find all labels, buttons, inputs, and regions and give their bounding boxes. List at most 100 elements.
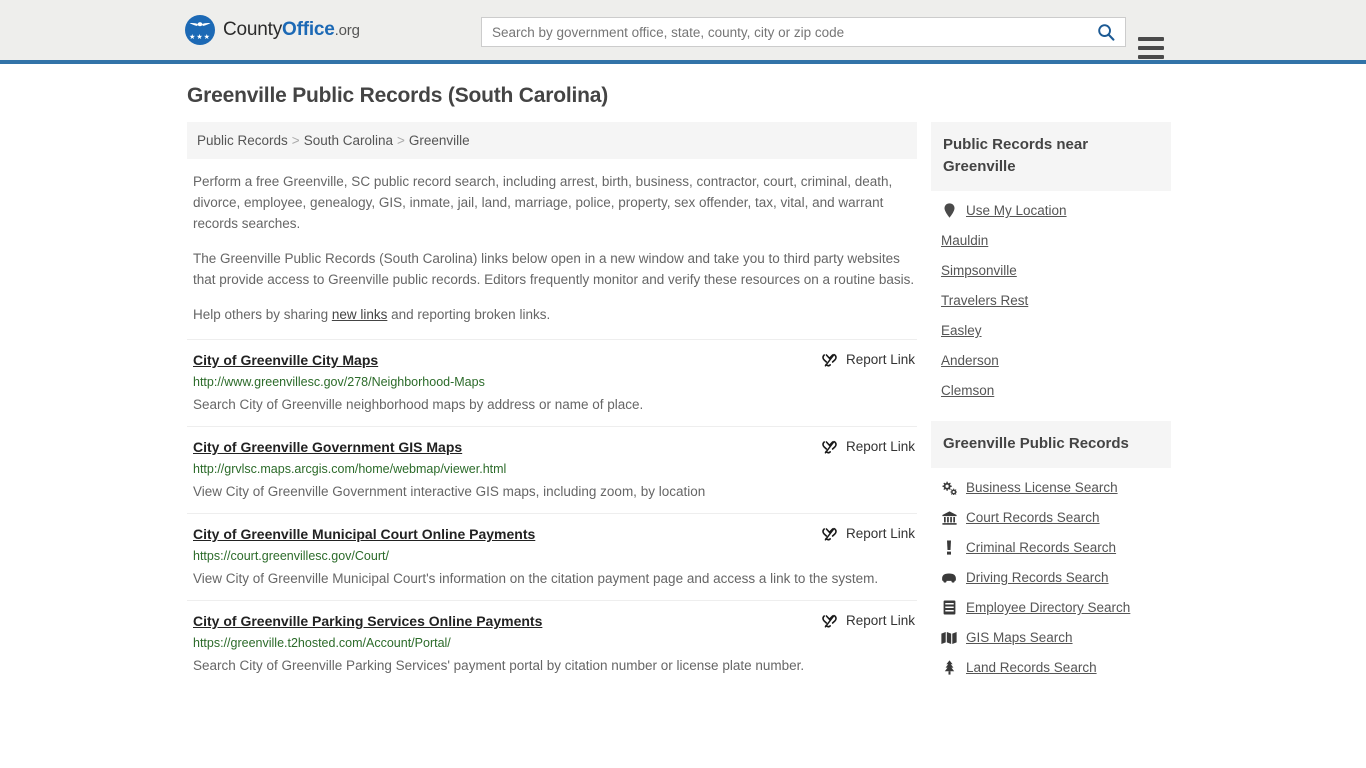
report-link-button[interactable]: Report Link (821, 351, 915, 369)
result-item: City of Greenville Government GIS Maps R… (187, 426, 917, 513)
sidebar-link-label[interactable]: Anderson (941, 353, 999, 368)
intro-paragraph-1: The Greenville Public Records (South Car… (193, 251, 915, 287)
new-links-link[interactable]: new links (332, 307, 388, 322)
eagle-stars-logo-icon: ★★★ (185, 15, 215, 45)
sidebar-link-label[interactable]: Travelers Rest (941, 293, 1028, 308)
sidebar-item-travelers-rest[interactable]: Travelers Rest (941, 285, 1171, 315)
sidebar-item-court-records-search[interactable]: Court Records Search (941, 502, 1171, 532)
result-item: City of Greenville Parking Services Onli… (187, 600, 917, 687)
sidebar-link-label[interactable]: Business License Search (966, 480, 1118, 495)
main-column: Public Records > South Carolina > Greenville… (187, 122, 917, 687)
broken-chain-icon (821, 352, 838, 369)
report-link-button[interactable]: Report Link (821, 612, 915, 630)
sidebar-item-employee-directory-search[interactable]: Employee Directory Search (941, 592, 1171, 622)
help-suffix: and reporting broken links. (387, 307, 551, 322)
report-link-button[interactable]: Report Link (821, 525, 915, 543)
page-container: Greenville Public Records (South Carolin… (183, 64, 1183, 687)
map-pin-icon (941, 203, 957, 218)
sidebar-item-use-my-location[interactable]: Use My Location (941, 195, 1171, 225)
sidebar-item-clemson[interactable]: Clemson (941, 375, 1171, 405)
sidebar-link-label[interactable]: Employee Directory Search (966, 600, 1130, 615)
sidebar-item-anderson[interactable]: Anderson (941, 345, 1171, 375)
sidebar-link-label[interactable]: Simpsonville (941, 263, 1017, 278)
breadcrumb-separator-1: > (397, 133, 405, 148)
sidebar-link-label[interactable]: Court Records Search (966, 510, 1100, 525)
result-url: https://court.greenvillesc.gov/Court/ (193, 549, 389, 563)
tree-icon (941, 660, 957, 675)
intro-text: Perform a free Greenville, SC public rec… (187, 171, 917, 325)
broken-chain-icon (821, 613, 838, 630)
content-columns: Public Records > South Carolina > Greenville… (183, 122, 1183, 687)
sidebar-item-criminal-records-search[interactable]: Criminal Records Search (941, 532, 1171, 562)
sidebar-link-label[interactable]: Use My Location (966, 203, 1067, 218)
sidebar-item-mauldin[interactable]: Mauldin (941, 225, 1171, 255)
car-icon (941, 572, 957, 583)
sidebar-link-label[interactable]: Driving Records Search (966, 570, 1109, 585)
site-logo-text: CountyOffice.org (223, 19, 360, 41)
page-title: Greenville Public Records (South Carolin… (187, 84, 609, 107)
result-header: City of Greenville Parking Services Onli… (193, 612, 917, 630)
sidebar-records-links: Business License Search Court Records Se… (931, 468, 1171, 682)
sidebar-link-label[interactable]: Mauldin (941, 233, 988, 248)
broken-chain-icon (821, 439, 838, 456)
report-link-label: Report Link (845, 439, 915, 454)
result-title-link[interactable]: City of Greenville Parking Services Onli… (193, 612, 542, 630)
sidebar-link-label[interactable]: Land Records Search (966, 660, 1097, 675)
help-paragraph: Help others by sharing new links and rep… (193, 304, 917, 325)
result-url: http://grvlsc.maps.arcgis.com/home/webma… (193, 462, 507, 476)
map-icon (941, 631, 957, 645)
result-url: http://www.greenvillesc.gov/278/Neighbor… (193, 375, 485, 389)
cogs-icon (941, 481, 957, 495)
bank-icon (941, 510, 957, 525)
search-input[interactable] (490, 23, 1091, 41)
result-title-link[interactable]: City of Greenville Government GIS Maps (193, 438, 462, 456)
sidebar-item-easley[interactable]: Easley (941, 315, 1171, 345)
id-card-icon (941, 600, 957, 615)
sidebar-item-driving-records-search[interactable]: Driving Records Search (941, 562, 1171, 592)
brand-part-office: Office (282, 19, 335, 40)
search-box[interactable] (481, 17, 1126, 47)
sidebar-item-land-records-search[interactable]: Land Records Search (941, 652, 1171, 682)
intro-paragraph-0: Perform a free Greenville, SC public rec… (193, 174, 893, 231)
help-prefix: Help others by sharing (193, 307, 332, 322)
site-header: ★★★ CountyOffice.org (0, 0, 1366, 64)
breadcrumb-item-0[interactable]: Public Records (197, 133, 288, 148)
breadcrumb: Public Records > South Carolina > Greenville (187, 122, 917, 159)
result-title-link[interactable]: City of Greenville City Maps (193, 351, 378, 369)
exclamation-icon (941, 540, 957, 555)
result-description: View City of Greenville Municipal Court'… (193, 571, 879, 586)
result-item: City of Greenville Municipal Court Onlin… (187, 513, 917, 600)
broken-chain-icon (821, 526, 838, 543)
sidebar-link-label[interactable]: Easley (941, 323, 982, 338)
menu-bar-3 (1138, 55, 1164, 59)
search-icon (1097, 23, 1115, 41)
result-description: Search City of Greenville Parking Servic… (193, 658, 805, 673)
hamburger-menu-icon[interactable] (1138, 37, 1164, 59)
sidebar-nearby-links: Use My Location Mauldin Simpsonville Tra… (931, 191, 1171, 405)
sidebar-item-business-license-search[interactable]: Business License Search (941, 472, 1171, 502)
logo-stars: ★★★ (189, 34, 211, 41)
report-link-button[interactable]: Report Link (821, 438, 915, 456)
result-url: https://greenville.t2hosted.com/Account/… (193, 636, 451, 650)
sidebar-link-label[interactable]: Clemson (941, 383, 994, 398)
result-header: City of Greenville Government GIS Maps R… (193, 438, 917, 456)
sidebar-item-simpsonville[interactable]: Simpsonville (941, 255, 1171, 285)
report-link-label: Report Link (845, 352, 915, 367)
sidebar-link-label[interactable]: GIS Maps Search (966, 630, 1073, 645)
search-submit-button[interactable] (1091, 23, 1117, 41)
result-header: City of Greenville Municipal Court Onlin… (193, 525, 917, 543)
result-description: Search City of Greenville neighborhood m… (193, 397, 644, 412)
sidebar: Public Records near Greenville Use My Lo… (931, 122, 1171, 682)
header-inner: ★★★ CountyOffice.org (183, 0, 1183, 60)
sidebar-link-label[interactable]: Criminal Records Search (966, 540, 1116, 555)
result-title-link[interactable]: City of Greenville Municipal Court Onlin… (193, 525, 535, 543)
breadcrumb-item-2[interactable]: Greenville (409, 133, 470, 148)
sidebar-item-gis-maps-search[interactable]: GIS Maps Search (941, 622, 1171, 652)
breadcrumb-item-1[interactable]: South Carolina (304, 133, 393, 148)
result-item: City of Greenville City Maps Report Link… (187, 339, 917, 426)
menu-bar-1 (1138, 37, 1164, 41)
report-link-label: Report Link (845, 526, 915, 541)
result-header: City of Greenville City Maps Report Link (193, 351, 917, 369)
site-logo-link[interactable]: ★★★ CountyOffice.org (185, 15, 360, 45)
search-area (481, 17, 1164, 59)
